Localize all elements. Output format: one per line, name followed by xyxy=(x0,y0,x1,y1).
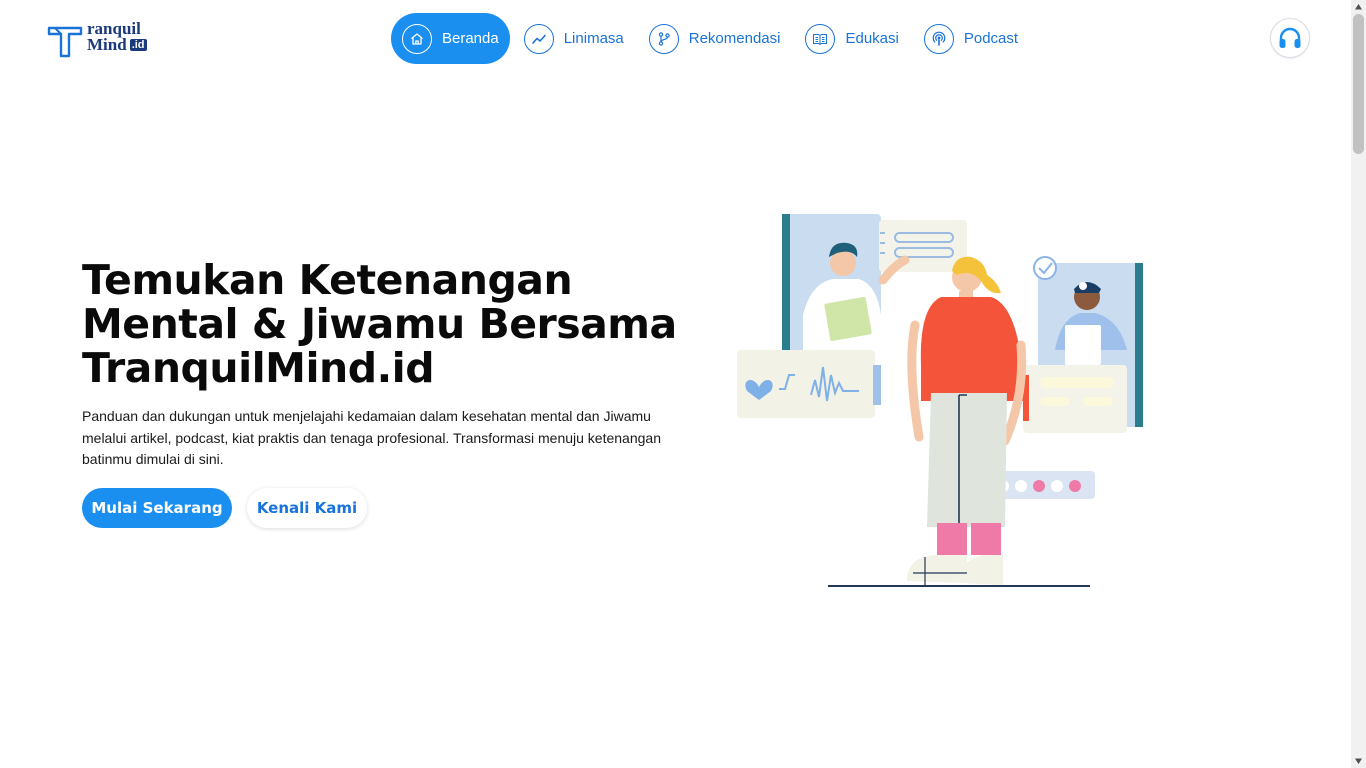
page-scrollbar[interactable] xyxy=(1351,0,1366,768)
brand-logo[interactable]: ranquil Mind .id xyxy=(47,20,151,61)
nav-item-beranda[interactable]: Beranda xyxy=(391,13,510,64)
nav-label-beranda: Beranda xyxy=(442,30,499,47)
book-icon xyxy=(805,23,836,54)
scroll-down-icon[interactable] xyxy=(1354,757,1363,765)
logo-t-icon xyxy=(47,26,83,58)
nav-item-podcast[interactable]: Podcast xyxy=(913,13,1029,64)
nav-label-edukasi: Edukasi xyxy=(845,30,899,47)
headphones-icon xyxy=(1279,27,1301,48)
nav-item-linimasa[interactable]: Linimasa xyxy=(513,13,635,64)
brand-wordmark: ranquil Mind .id xyxy=(87,20,147,54)
scrollbar-thumb[interactable] xyxy=(1353,14,1364,154)
start-now-button[interactable]: Mulai Sekarang xyxy=(82,488,232,528)
nav-item-edukasi[interactable]: Edukasi xyxy=(794,13,909,64)
trend-icon xyxy=(523,23,554,54)
about-us-button[interactable]: Kenali Kami xyxy=(247,488,367,528)
home-icon xyxy=(402,23,432,54)
nav-label-rekomendasi: Rekomendasi xyxy=(688,30,781,47)
brand-line2: Mind xyxy=(87,35,127,54)
nav-label-linimasa: Linimasa xyxy=(563,30,624,47)
podcast-icon xyxy=(923,23,954,54)
audio-player-button[interactable] xyxy=(1270,18,1310,58)
hero-title: Temukan Ketenangan Mental & Jiwamu Bersa… xyxy=(82,258,682,390)
top-navbar: ranquil Mind .id Beranda Linimasa Rekome… xyxy=(0,0,1351,78)
hero-description: Panduan dan dukungan untuk menjelajahi k… xyxy=(82,408,661,467)
hero-title-line2: Mental & Jiwamu Bersama xyxy=(82,300,677,348)
nav-item-rekomendasi[interactable]: Rekomendasi xyxy=(638,13,792,64)
branch-icon xyxy=(648,23,679,54)
main-nav: Beranda Linimasa Rekomendasi Edukasi Pod… xyxy=(391,13,1032,64)
brand-badge: .id xyxy=(129,39,147,51)
hero-title-line3: TranquilMind.id xyxy=(82,344,435,392)
nav-label-podcast: Podcast xyxy=(963,30,1019,47)
hero-illustration xyxy=(737,214,1143,587)
scroll-up-icon[interactable] xyxy=(1354,3,1363,11)
hero-title-line1: Temukan Ketenangan xyxy=(82,256,573,304)
